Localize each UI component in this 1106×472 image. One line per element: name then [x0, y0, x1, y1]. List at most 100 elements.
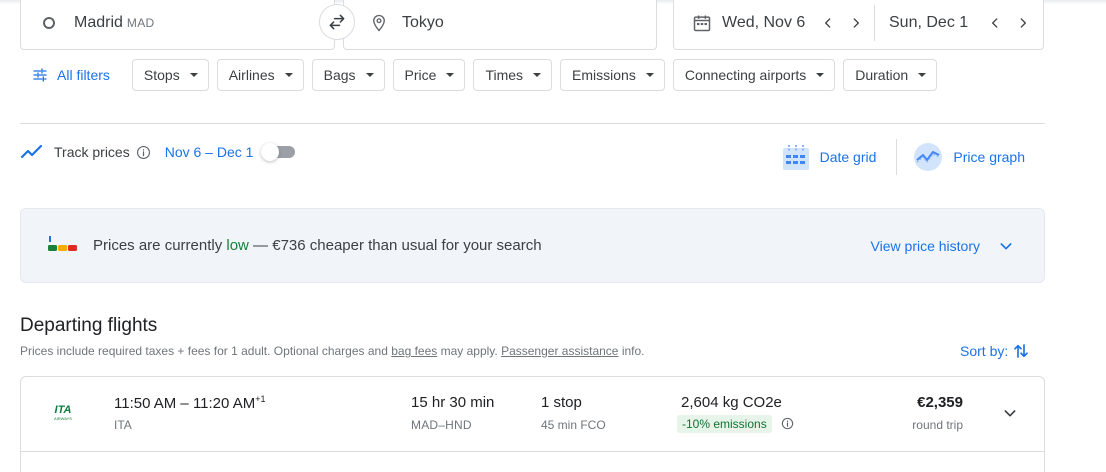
price-disclaimer: Prices include required taxes + fees for… — [20, 344, 645, 358]
insight-level: low — [226, 237, 249, 254]
chip-label: Emissions — [572, 67, 636, 83]
logo-text: ITA — [55, 404, 72, 416]
caret-down-icon — [816, 73, 825, 77]
all-filters-label: All filters — [57, 67, 110, 83]
return-date[interactable]: Sun, Dec 1 — [889, 14, 981, 32]
filter-chip-connecting-airports[interactable]: Connecting airports — [672, 59, 836, 91]
expand-chevron-icon[interactable] — [1002, 405, 1018, 421]
chevron-left-icon — [992, 17, 998, 28]
caret-down-icon — [918, 73, 927, 77]
chevron-right-icon — [853, 17, 859, 28]
destination-city: Tokyo — [402, 13, 444, 31]
date-grid-button[interactable]: Date grid — [782, 138, 876, 176]
flight-duration: 15 hr 30 min — [411, 394, 495, 411]
swap-arrows-icon — [329, 14, 345, 30]
layover-info: 45 min FCO — [541, 418, 606, 432]
row-divider — [21, 451, 1044, 452]
return-next-button[interactable] — [1009, 9, 1037, 37]
bag-fees-link[interactable]: bag fees — [391, 344, 437, 358]
origin-city: Madrid — [74, 13, 123, 31]
filter-chip-times[interactable]: Times — [473, 59, 553, 91]
filter-chip-airlines[interactable]: Airlines — [216, 59, 304, 91]
caret-down-icon — [189, 73, 198, 77]
date-separator — [874, 4, 875, 41]
chevron-down-icon[interactable] — [998, 238, 1014, 254]
caret-down-icon — [533, 73, 542, 77]
insight-prefix: Prices are currently — [93, 237, 227, 254]
filter-chip-price[interactable]: Price — [392, 59, 466, 91]
filter-chip-stops[interactable]: Stops — [131, 59, 209, 91]
date-grid-icon — [782, 143, 810, 171]
caret-down-icon — [365, 73, 374, 77]
carrier-name: ITA — [114, 418, 132, 432]
track-prices-label: Track prices — [54, 144, 130, 160]
destination-field[interactable]: Tokyo — [343, 0, 657, 50]
origin-field[interactable]: Madrid MAD — [20, 0, 335, 50]
flight-times: 11:50 AM – 11:20 AM+1 — [114, 394, 265, 412]
origin-code: MAD — [126, 15, 155, 30]
depart-prev-button[interactable] — [814, 9, 842, 37]
filter-chip-emissions[interactable]: Emissions — [560, 59, 665, 91]
price-type: round trip — [912, 418, 963, 432]
view-price-history-link[interactable]: View price history — [871, 238, 980, 254]
sort-by-button[interactable]: Sort by: — [960, 341, 1030, 361]
insight-suffix: — €736 cheaper than usual for your searc… — [248, 237, 542, 254]
price-graph-button[interactable]: Price graph — [913, 138, 1025, 176]
chip-label: Bags — [323, 67, 356, 83]
chip-label: Duration — [855, 67, 909, 83]
flight-row[interactable]: ITA AIRWAYS 11:50 AM – 11:20 AM+1 ITA 15… — [21, 377, 1044, 451]
price-insight-banner: Prices are currently low — €736 cheaper … — [20, 208, 1045, 283]
caret-down-icon — [645, 73, 654, 77]
caret-down-icon — [284, 73, 293, 77]
price-graph-label: Price graph — [953, 149, 1025, 165]
filter-bar: All filters Stops Airlines Bags Price Ti… — [20, 59, 945, 91]
date-field: Wed, Nov 6 Sun, Dec 1 — [673, 0, 1044, 50]
chip-label: Airlines — [228, 67, 275, 83]
track-prices-toggle[interactable] — [261, 142, 296, 162]
chevron-left-icon — [825, 17, 831, 28]
depart-date[interactable]: Wed, Nov 6 — [722, 14, 814, 32]
note-after: info. — [618, 344, 645, 358]
chip-label: Connecting airports — [684, 67, 807, 83]
flight-route: MAD–HND — [411, 418, 472, 432]
flight-price: €2,359 — [917, 394, 963, 411]
all-filters-button[interactable]: All filters — [20, 59, 120, 91]
search-form: Madrid MAD Tokyo Wed, Nov 6 Sun, Dec 1 — [20, 0, 1044, 50]
chip-label: Times — [485, 67, 524, 83]
origin-circle-icon — [43, 16, 55, 29]
toggle-knob — [261, 143, 280, 161]
depart-next-button[interactable] — [842, 9, 870, 37]
price-graph-icon — [913, 142, 943, 172]
trend-line-icon — [20, 144, 43, 159]
price-level-icon — [48, 235, 78, 260]
chevron-right-icon — [1020, 17, 1026, 28]
sort-by-label: Sort by: — [960, 343, 1009, 359]
swap-button[interactable] — [319, 4, 355, 40]
note-middle: may apply. — [437, 344, 502, 358]
return-prev-button[interactable] — [981, 9, 1009, 37]
info-icon[interactable] — [136, 145, 151, 160]
flight-stops: 1 stop — [541, 394, 582, 411]
flight-results-list: ITA AIRWAYS 11:50 AM – 11:20 AM+1 ITA 15… — [20, 376, 1045, 472]
note-before: Prices include required taxes + fees for… — [20, 344, 392, 358]
filter-chip-bags[interactable]: Bags — [311, 59, 385, 91]
location-pin-icon — [370, 13, 388, 33]
tool-separator — [896, 139, 898, 175]
emissions-badge: -10% emissions — [677, 415, 772, 433]
emissions-info-icon[interactable] — [781, 417, 794, 430]
section-divider — [20, 123, 1045, 124]
price-insight-text: Prices are currently low — €736 cheaper … — [93, 237, 542, 254]
caret-down-icon — [446, 73, 455, 77]
chip-label: Price — [404, 67, 437, 83]
logo-subtext: AIRWAYS — [54, 416, 72, 421]
passenger-assistance-link[interactable]: Passenger assistance — [501, 344, 618, 358]
flight-emissions: 2,604 kg CO2e — [681, 394, 782, 411]
departing-flights-title: Departing flights — [20, 315, 158, 336]
filter-sliders-icon — [33, 68, 47, 82]
day-offset: +1 — [255, 394, 266, 404]
chip-label: Stops — [143, 67, 180, 83]
track-prices-row: Track prices Nov 6 – Dec 1 Date grid Pri… — [20, 138, 1045, 176]
ita-airways-logo: ITA AIRWAYS — [44, 402, 82, 422]
sort-arrows-icon — [1012, 341, 1030, 361]
filter-chip-duration[interactable]: Duration — [843, 59, 938, 91]
